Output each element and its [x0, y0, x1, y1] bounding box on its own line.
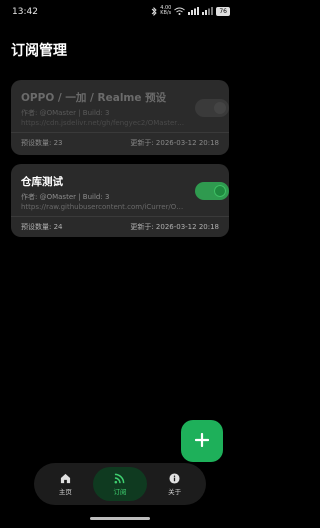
page-title: 订阅管理 — [11, 43, 67, 59]
plus-icon — [194, 432, 210, 451]
info-icon — [169, 472, 180, 484]
status-icons: 4.00 KB/s 76 — [151, 6, 230, 16]
network-speed: 4.00 KB/s — [160, 5, 172, 16]
preset-count: 预设数量: 24 — [21, 223, 63, 231]
nav-item-subscriptions[interactable]: 订阅 — [92, 467, 147, 501]
subscription-footer: 预设数量: 23 更新于: 2026-03-12 20:18 — [21, 133, 219, 153]
preset-count: 预设数量: 23 — [21, 139, 63, 147]
subscription-url: https://raw.githubusercontent.com/iCurre… — [21, 203, 186, 211]
signal-icon — [188, 7, 200, 15]
toggle-knob — [214, 185, 226, 197]
subscription-footer: 预设数量: 24 更新于: 2026-03-12 20:18 — [21, 217, 219, 237]
subscription-url: https://cdn.jsdelivr.net/gh/fengyec2/OMa… — [21, 119, 186, 127]
updated-time: 更新于: 2026-03-12 20:18 — [130, 139, 219, 147]
home-indicator[interactable] — [90, 517, 150, 520]
nav-label: 关于 — [168, 487, 182, 496]
subscription-title: 仓库测试 — [21, 176, 63, 188]
subscription-card[interactable]: OPPO / 一加 / Realme 预设 作者: @OMaster | Bui… — [11, 80, 229, 155]
subscription-meta: 作者: @OMaster | Build: 3 — [21, 193, 110, 201]
subscription-title: OPPO / 一加 / Realme 预设 — [21, 92, 167, 104]
subscription-card[interactable]: 仓库测试 作者: @OMaster | Build: 3 https://raw… — [11, 164, 229, 237]
bluetooth-icon — [151, 6, 157, 16]
add-subscription-button[interactable] — [181, 420, 223, 462]
subscription-toggle[interactable] — [195, 182, 229, 200]
nav-label: 主页 — [58, 487, 72, 496]
bottom-navigation: 主页 订阅 关于 — [34, 463, 206, 505]
home-icon — [60, 473, 71, 484]
nav-item-home[interactable]: 主页 — [38, 467, 92, 501]
updated-time: 更新于: 2026-03-12 20:18 — [130, 223, 219, 231]
rss-icon — [114, 473, 125, 484]
nav-label: 订阅 — [113, 487, 127, 496]
nav-item-about[interactable]: 关于 — [148, 467, 202, 501]
status-bar: 13:42 4.00 KB/s 76 — [0, 0, 240, 26]
subscription-meta: 作者: @OMaster | Build: 3 — [21, 109, 110, 117]
signal-icon-2 — [202, 7, 214, 15]
subscription-toggle[interactable] — [195, 99, 229, 117]
battery-indicator: 76 — [216, 6, 230, 16]
toggle-knob — [214, 102, 226, 114]
wifi-icon — [174, 7, 186, 15]
status-time: 13:42 — [12, 7, 38, 17]
